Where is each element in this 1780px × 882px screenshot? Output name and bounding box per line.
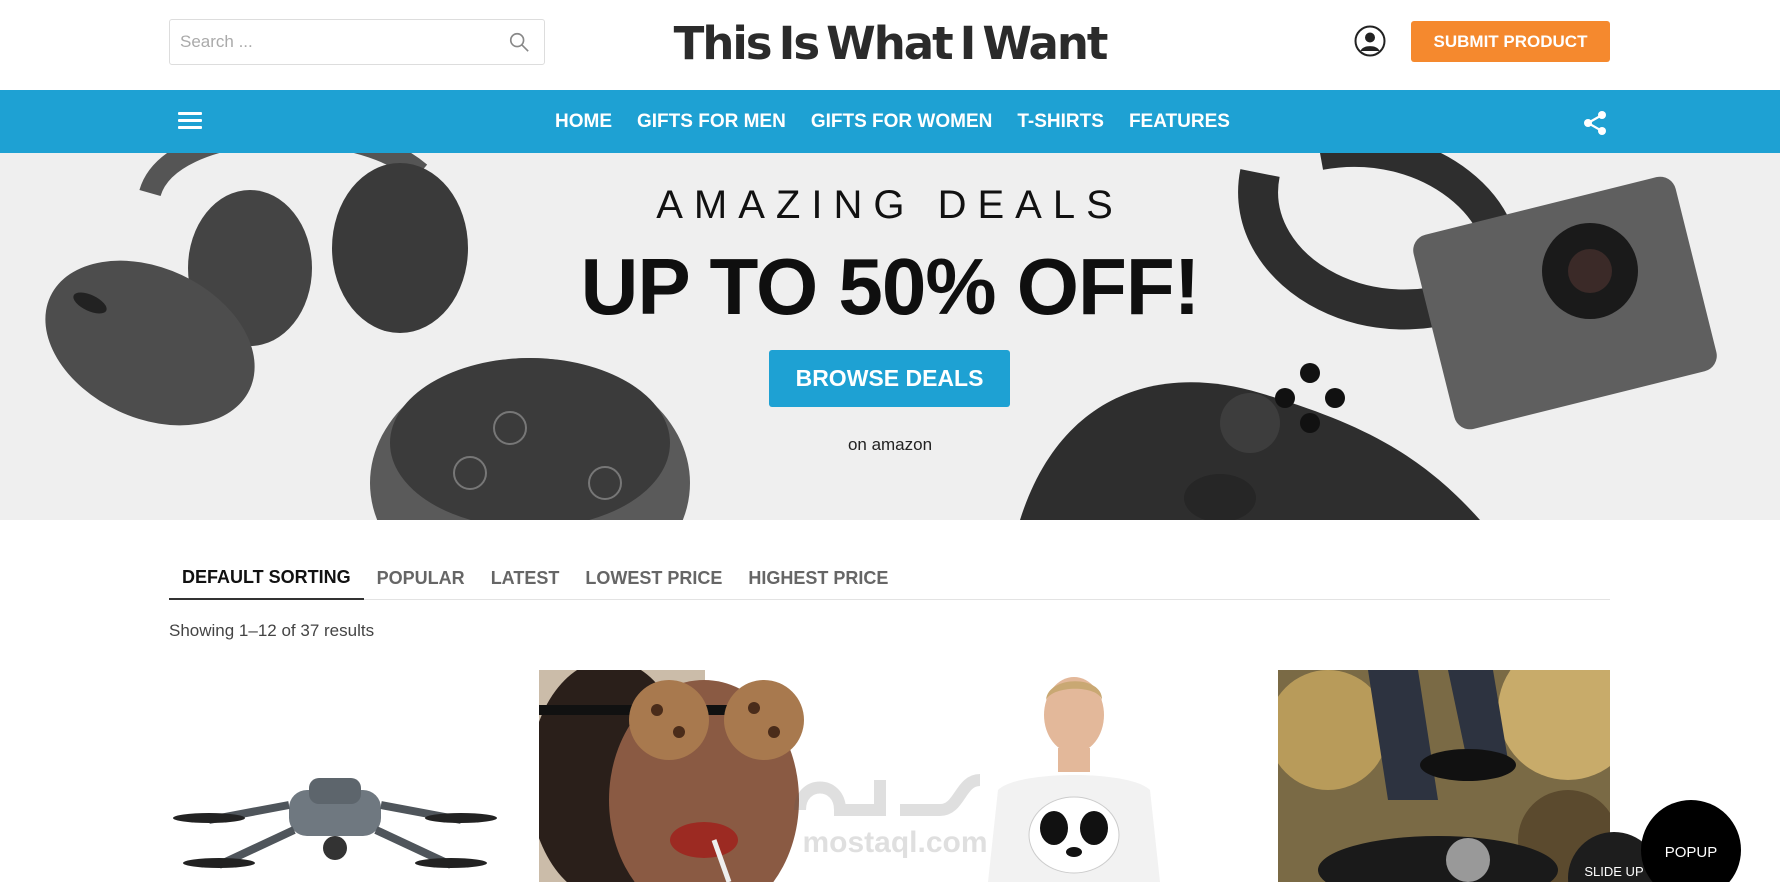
sorting-tabs: DEFAULT SORTING POPULAR LATEST LOWEST PR…	[169, 556, 1610, 600]
browse-deals-button[interactable]: BROWSE DEALS	[769, 350, 1010, 407]
tab-lowest-price[interactable]: LOWEST PRICE	[572, 556, 735, 600]
watermark: mostaql.com	[780, 760, 1010, 870]
product-card-hoverboard[interactable]	[1278, 670, 1610, 882]
site-logo[interactable]: This Is What I Want	[674, 14, 1109, 72]
hero-eyebrow: AMAZING DEALS	[656, 183, 1124, 227]
results-count: Showing 1–12 of 37 results	[169, 621, 375, 640]
user-circle-icon[interactable]	[1354, 25, 1386, 57]
tab-highest-price[interactable]: HIGHEST PRICE	[735, 556, 901, 600]
hamburger-menu-icon[interactable]	[178, 112, 202, 132]
hoverboard-product-image	[1278, 670, 1610, 882]
nav-item-gifts-for-women[interactable]: GIFTS FOR WOMEN	[811, 111, 993, 133]
hero-banner: AMAZING DEALS UP TO 50% OFF! BROWSE DEAL…	[0, 153, 1780, 520]
hero-title: UP TO 50% OFF!	[580, 242, 1201, 331]
tab-latest[interactable]: LATEST	[478, 556, 573, 600]
logo-word: This	[673, 16, 773, 70]
search-icon[interactable]	[508, 31, 530, 53]
nav-menu: HOME GIFTS FOR MEN GIFTS FOR WOMEN T-SHI…	[555, 90, 1255, 153]
watermark-text: mostaql.com	[802, 826, 988, 859]
watermark-logo-icon	[794, 774, 981, 816]
logo-word: I	[959, 16, 977, 70]
logo-word: What	[826, 16, 954, 70]
nav-item-features[interactable]: FEATURES	[1129, 111, 1230, 133]
drone-product-image	[169, 670, 501, 882]
hero-subtext: on amazon	[847, 435, 933, 454]
share-icon[interactable]	[1582, 110, 1608, 136]
site-header: This Is What I Want SUBMIT PRODUCT	[0, 0, 1780, 90]
search-input[interactable]	[180, 30, 490, 54]
product-card-drone[interactable]	[169, 670, 501, 882]
tab-popular[interactable]: POPULAR	[364, 556, 478, 600]
logo-word: Want	[982, 16, 1108, 70]
logo-word: Is	[778, 16, 821, 70]
popup-button[interactable]: POPUP	[1641, 800, 1741, 882]
nav-item-home[interactable]: HOME	[555, 111, 612, 133]
main-nav: HOME GIFTS FOR MEN GIFTS FOR WOMEN T-SHI…	[0, 90, 1780, 153]
tab-default-sorting[interactable]: DEFAULT SORTING	[169, 556, 364, 600]
nav-item-gifts-for-men[interactable]: GIFTS FOR MEN	[637, 111, 786, 133]
search-box	[169, 19, 545, 65]
submit-product-button[interactable]: SUBMIT PRODUCT	[1411, 21, 1610, 62]
nav-item-t-shirts[interactable]: T-SHIRTS	[1017, 111, 1104, 133]
